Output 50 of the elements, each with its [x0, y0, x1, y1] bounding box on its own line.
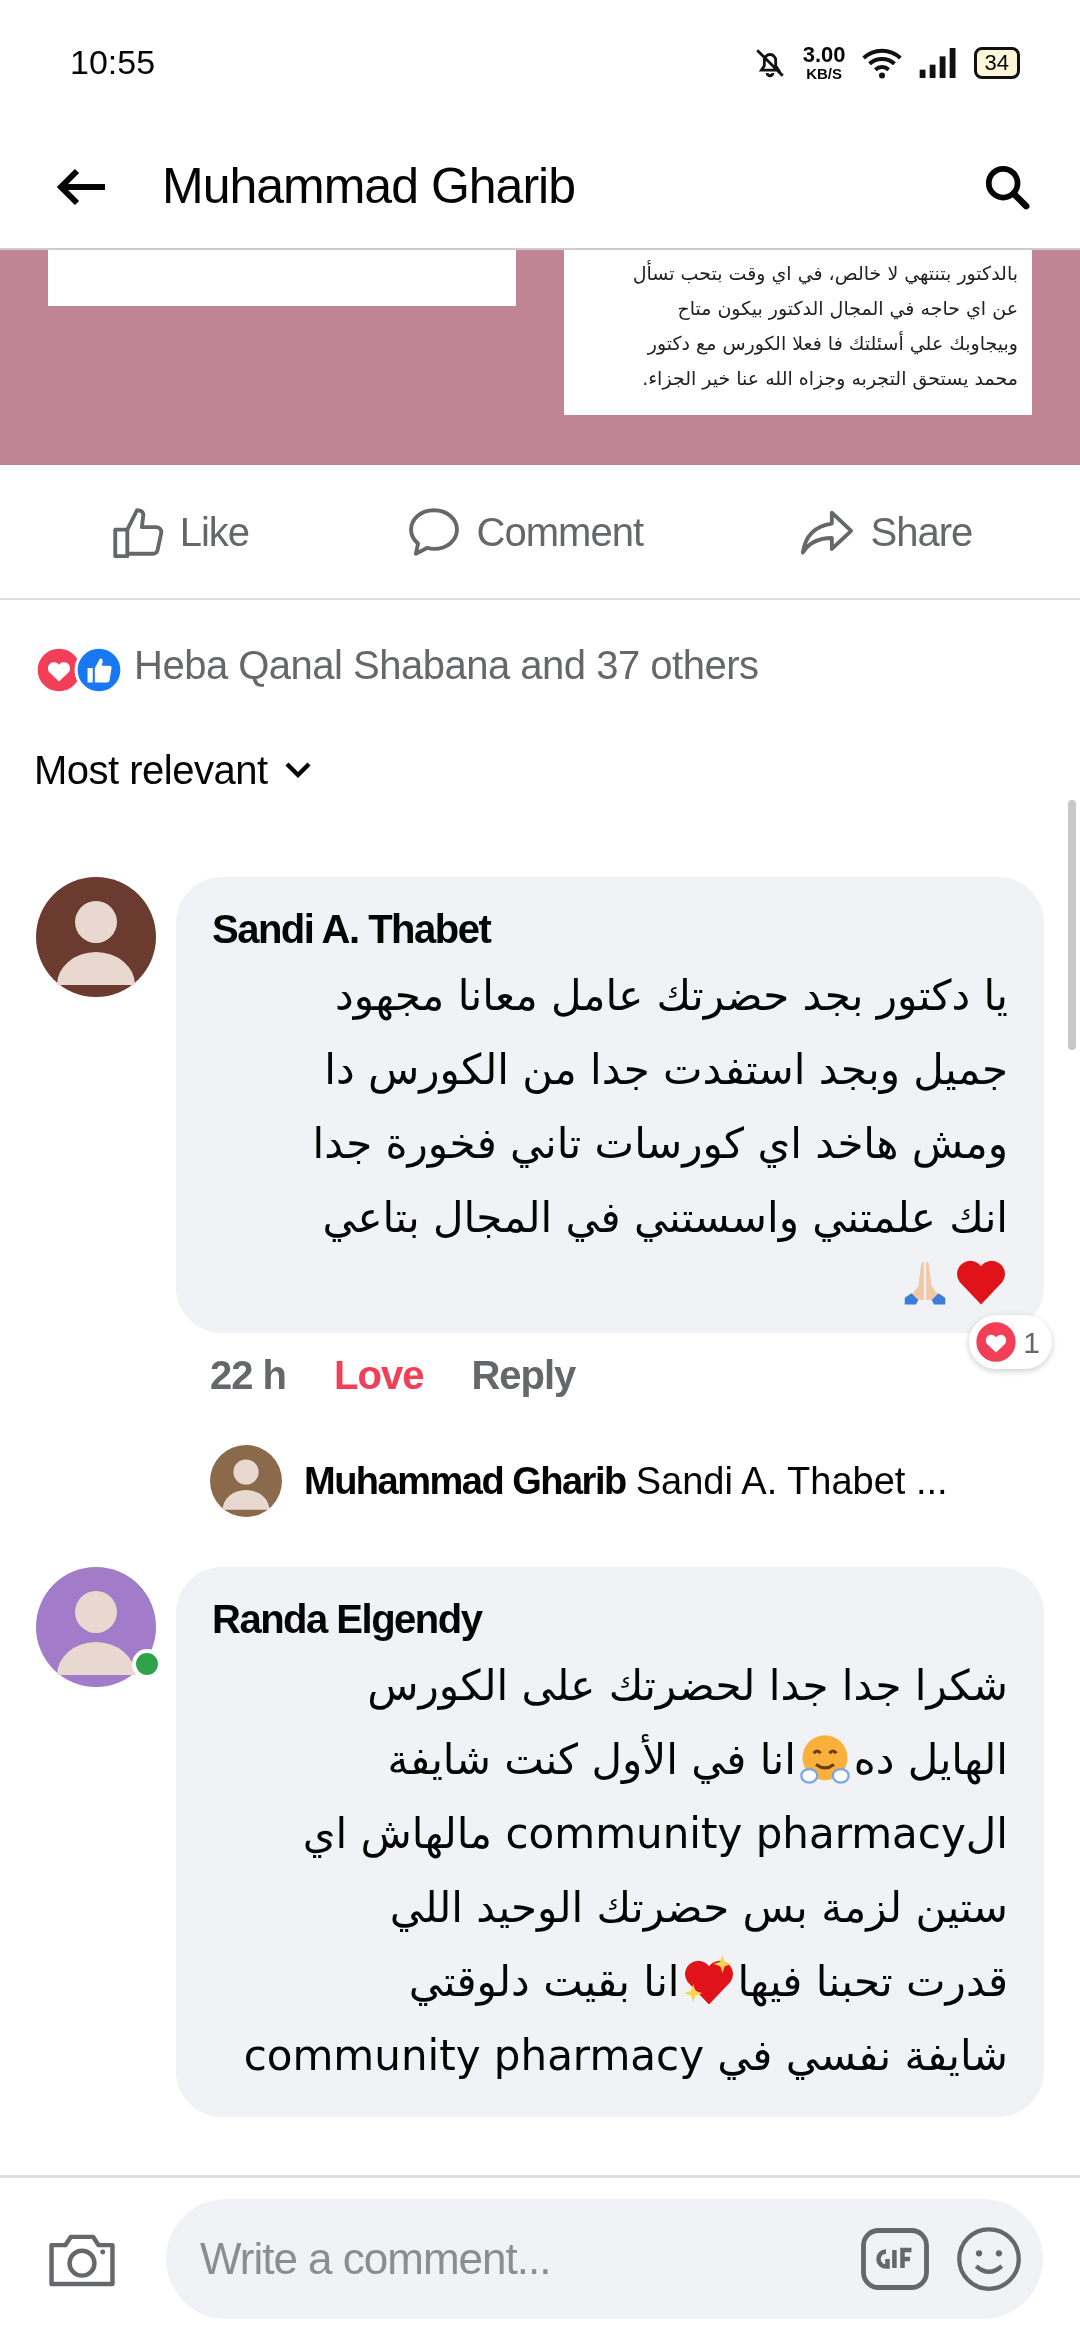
comment-text: قدرت تحبنا فيها [737, 1956, 1008, 2009]
avatar [210, 1445, 282, 1517]
reply-author[interactable]: Muhammad Gharib [304, 1452, 626, 1510]
reaction-count: 1 [1023, 1324, 1040, 1361]
speed-unit: KB/S [806, 66, 842, 81]
comment-text: جميل وبجد استفدت جدا من الكورس دا [324, 1044, 1008, 1096]
page-title: Muhammad Gharib [162, 157, 576, 216]
sort-dropdown[interactable]: Most relevant [34, 740, 312, 800]
search-icon [984, 163, 1030, 210]
comment-input-field[interactable]: Write a comment... [166, 2199, 1043, 2319]
search-button[interactable] [984, 163, 1030, 210]
hugging-face-icon [797, 1733, 852, 1787]
back-arrow-icon [55, 166, 107, 207]
comment-time: 22 h [210, 1352, 287, 1399]
chevron-down-icon [283, 760, 312, 780]
comment-text: ومش هاخد اي كورسات تاني فخورة جدا [312, 1118, 1008, 1170]
gif-button[interactable] [859, 2226, 931, 2292]
comment-text: انا في الأول كنت شايفة [387, 1733, 796, 1786]
smiley-icon [955, 2225, 1023, 2293]
comment-text: شكرا جدا جدا لحضرتك على الكورس [367, 1660, 1008, 1712]
comment-text: ستين لزمة بس حضرتك الوحيد اللي [389, 1882, 1008, 1934]
image-text-line: عن اي حاجه في المجال الدكتور بيكون متاح [676, 296, 1018, 322]
comment-text: يا دكتور بجد حضرتك عامل معانا مجهود [335, 970, 1008, 1023]
comment-text: انك علمتني واسستني في المجال بتاعي [322, 1192, 1008, 1244]
signal-icon [917, 45, 958, 80]
share-button[interactable]: Share [782, 493, 989, 570]
network-speed: 3.00 [802, 44, 846, 66]
comment-button[interactable]: Comment [388, 493, 659, 570]
comment-author[interactable]: Randa Elgendy [212, 1589, 482, 1649]
comment-text: شايفة نفسي في community pharmacy [243, 2030, 1008, 2082]
reply-preview[interactable]: Sandi A. Thabet ... [635, 1452, 948, 1510]
battery-indicator: 34 [973, 46, 1020, 79]
comment-author[interactable]: Sandi A. Thabet [212, 899, 491, 959]
image-text-line: بالدكتور بتنتهي لا خالص، في اي وقت بتحب تسأل [631, 259, 1018, 287]
reaction-count-badge[interactable]: 1 [969, 1315, 1052, 1369]
reply-link[interactable]: Reply [471, 1345, 576, 1405]
comment-text: انا بقيت دلوقتي [408, 1956, 680, 2008]
emoji-button[interactable] [955, 2225, 1023, 2293]
comment-text: الcommunity pharmacy مالهاش اي [302, 1808, 1008, 1861]
like-button[interactable]: Like [91, 493, 266, 570]
back-button[interactable] [55, 166, 107, 207]
image-text-line: محمد يستحق التجربه وجزاه الله عنا خير الجزاء. [641, 366, 1018, 392]
reactions-summary[interactable]: Heba Qanal Shabana and 37 others [134, 635, 759, 695]
comment-text: الهايل ده [853, 1734, 1008, 1787]
image-text-line: وبيجاوبك علي أسئلتك فا فعلا الكورس مع دكتور [646, 330, 1018, 357]
love-link[interactable]: Love [334, 1345, 424, 1405]
gif-icon [859, 2226, 931, 2292]
scrollbar[interactable] [1068, 800, 1076, 1050]
clock-time: 10:55 [70, 42, 156, 83]
like-reaction-icon [74, 645, 124, 695]
